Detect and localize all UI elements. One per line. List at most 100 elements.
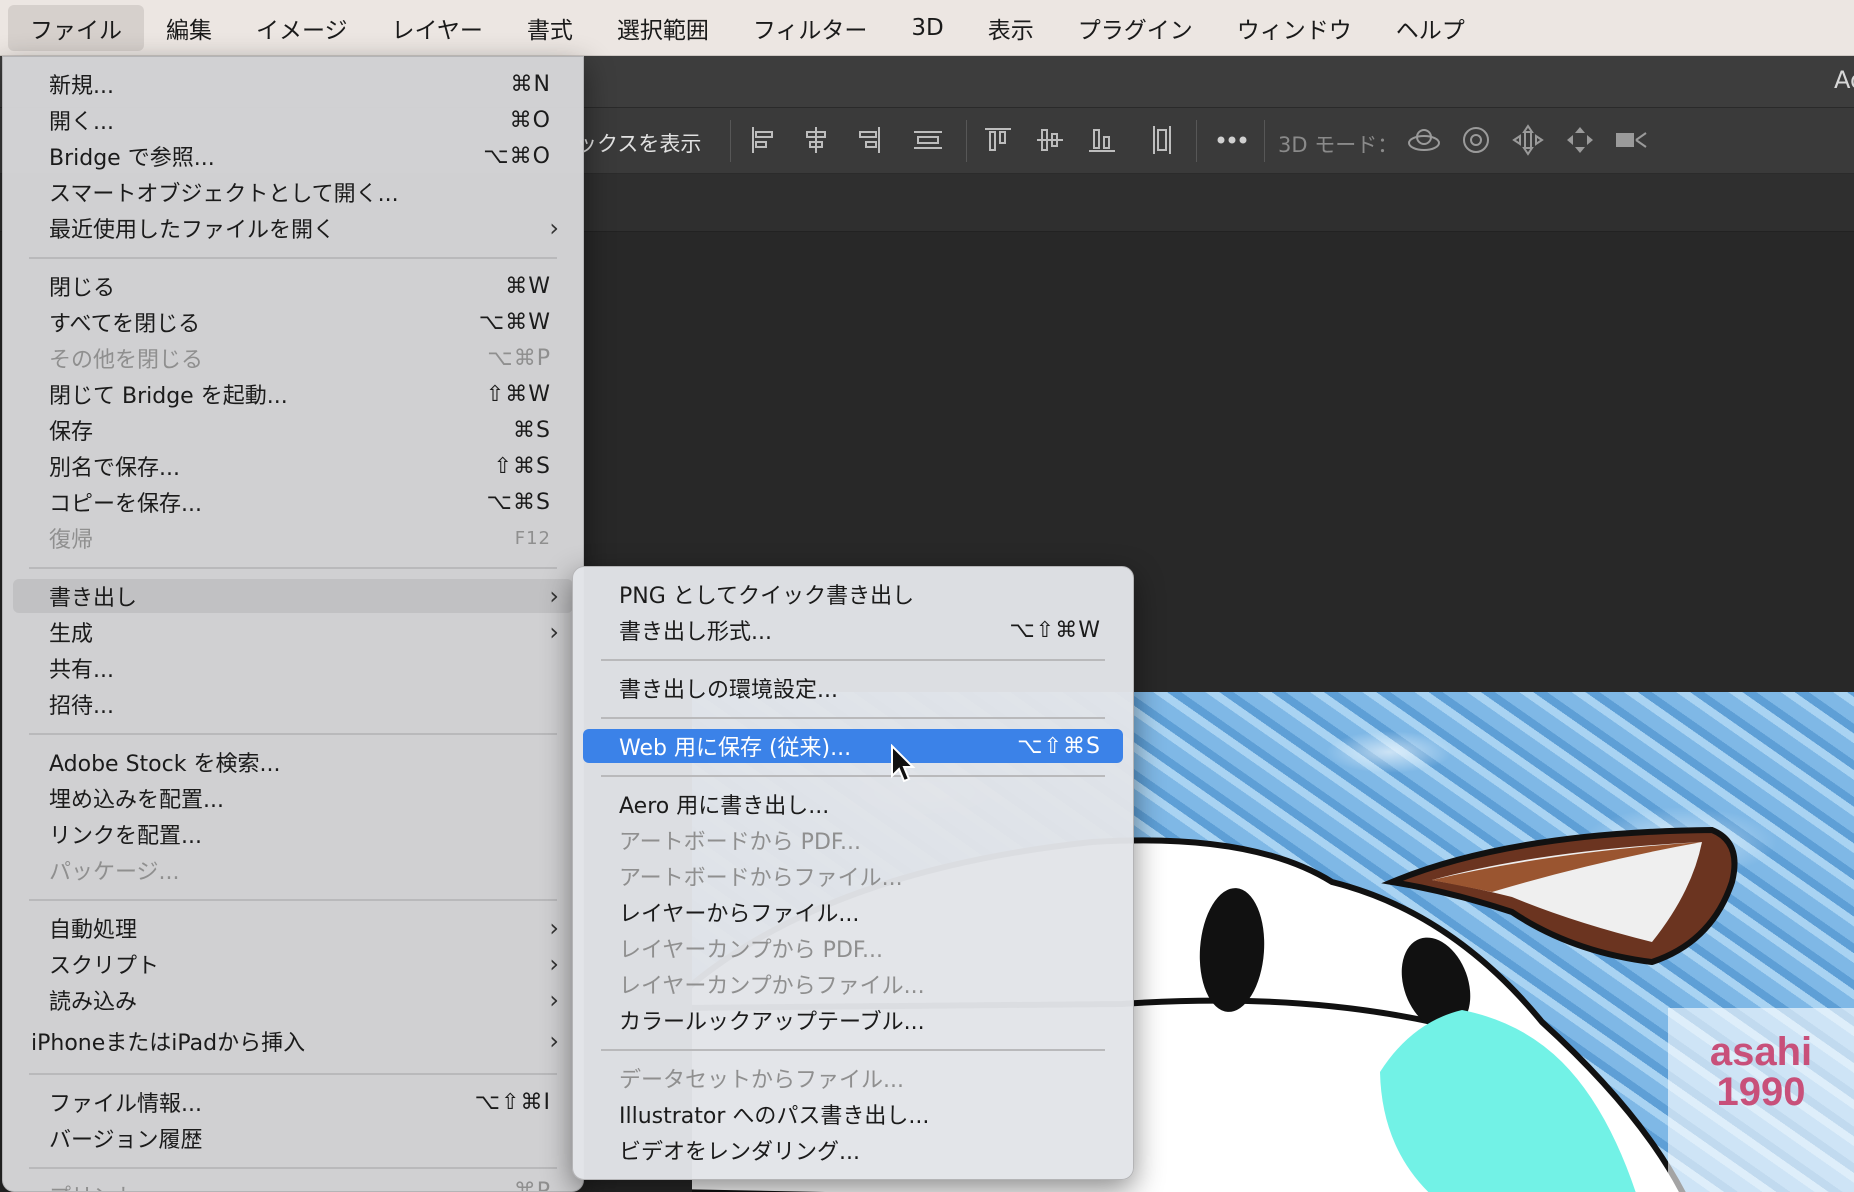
menu-item-new[interactable]: 新規... ⌘N <box>13 67 573 101</box>
chevron-right-icon: › <box>549 914 559 942</box>
distribute-horizontal-icon[interactable] <box>908 118 948 162</box>
menu-item-invite[interactable]: 招待... <box>13 687 573 721</box>
menu-item-shortcut: ⌘S <box>513 417 551 443</box>
menu-item-label: アートボードから PDF... <box>619 830 861 855</box>
submenu-item-color-lookup-tables[interactable]: カラールックアップテーブル... <box>583 1003 1123 1037</box>
menu-item-share[interactable]: 共有... <box>13 651 573 685</box>
menu-file[interactable]: ファイル <box>8 4 144 51</box>
menu-item-close[interactable]: 閉じる ⌘W <box>13 269 573 303</box>
align-top-icon[interactable] <box>978 118 1018 162</box>
menu-item-shortcut: ⌘O <box>509 107 551 133</box>
menu-item-file-info[interactable]: ファイル情報... ⌥⇧⌘I <box>13 1085 573 1119</box>
menu-item-place-linked[interactable]: リンクを配置... <box>13 817 573 851</box>
menu-item-label: 復帰 <box>49 528 94 553</box>
menu-item-open-smart-object[interactable]: スマートオブジェクトとして開く... <box>13 175 573 209</box>
submenu-item-artboards-to-files: アートボードからファイル... <box>583 859 1123 893</box>
menu-view[interactable]: 表示 <box>966 5 1056 51</box>
menu-item-label: 閉じて Bridge を起動... <box>49 384 288 409</box>
more-icon[interactable] <box>1212 118 1252 162</box>
menu-item-label: その他を閉じる <box>49 348 204 373</box>
menu-item-close-go-bridge[interactable]: 閉じて Bridge を起動... ⇧⌘W <box>13 377 573 411</box>
menu-image[interactable]: イメージ <box>234 5 370 51</box>
menu-item-place-embedded[interactable]: 埋め込みを配置... <box>13 781 573 815</box>
orbit-3d-icon[interactable] <box>1404 118 1444 162</box>
submenu-item-data-sets-to-files: データセットからファイル... <box>583 1061 1123 1095</box>
align-bottom-icon[interactable] <box>1082 118 1122 162</box>
menu-item-scripts[interactable]: スクリプト › <box>13 947 573 981</box>
menu-item-browse-bridge[interactable]: Bridge で参照... ⌥⌘O <box>13 139 573 173</box>
menu-item-close-all[interactable]: すべてを閉じる ⌥⌘W <box>13 305 573 339</box>
menu-item-open-recent[interactable]: 最近使用したファイルを開く › <box>13 211 573 245</box>
menu-plugins[interactable]: プラグイン <box>1056 5 1215 51</box>
submenu-item-layers-to-files[interactable]: レイヤーからファイル... <box>583 895 1123 929</box>
align-center-icon[interactable] <box>796 118 836 162</box>
menu-item-label: 読み込み <box>49 990 138 1015</box>
menu-item-label: ビデオをレンダリング... <box>619 1140 860 1165</box>
chevron-right-icon: › <box>549 986 559 1014</box>
menu-item-label: レイヤーからファイル... <box>619 902 860 927</box>
submenu-item-paths-to-illustrator[interactable]: Illustrator へのパス書き出し... <box>583 1097 1123 1131</box>
menu-item-label: 新規... <box>49 74 114 99</box>
submenu-item-save-for-web[interactable]: Web 用に保存 (従来)... ⌥⇧⌘S <box>583 729 1123 763</box>
menu-item-automate[interactable]: 自動処理 › <box>13 911 573 945</box>
menu-help[interactable]: ヘルプ <box>1374 5 1487 51</box>
menu-item-export[interactable]: 書き出し › <box>13 579 573 613</box>
menu-item-label: Adobe Stock を検索... <box>49 752 281 777</box>
chevron-right-icon: › <box>549 1027 559 1055</box>
menu-layer[interactable]: レイヤー <box>370 5 505 51</box>
menu-item-shortcut: ⌥⇧⌘S <box>1017 733 1101 759</box>
submenu-item-export-preferences[interactable]: 書き出しの環境設定... <box>583 671 1123 705</box>
slide-3d-icon[interactable] <box>1560 118 1600 162</box>
menu-item-package: パッケージ... <box>13 853 573 887</box>
menu-type[interactable]: 書式 <box>505 5 595 51</box>
menu-edit[interactable]: 編集 <box>144 5 234 51</box>
menu-item-save-as[interactable]: 別名で保存... ⇧⌘S <box>13 449 573 483</box>
submenu-item-render-video[interactable]: ビデオをレンダリング... <box>583 1133 1123 1167</box>
menu-item-insert-from-iphone[interactable]: iPhoneまたはiPadから挿入 › <box>13 1024 573 1058</box>
menu-item-shortcut: ⌥⌘S <box>486 489 551 515</box>
submenu-item-quick-export-png[interactable]: PNG としてクイック書き出し <box>583 577 1123 611</box>
chevron-right-icon: › <box>549 950 559 978</box>
menu-item-search-adobe-stock[interactable]: Adobe Stock を検索... <box>13 745 573 779</box>
drag-3d-icon[interactable] <box>1508 118 1548 162</box>
menu-item-shortcut: ⌥⇧⌘W <box>1009 617 1101 643</box>
menu-divider <box>29 257 557 259</box>
menu-divider <box>29 567 557 569</box>
chevron-right-icon: › <box>549 582 559 610</box>
menu-item-generate[interactable]: 生成 › <box>13 615 573 649</box>
menu-item-label: Bridge で参照... <box>49 146 215 171</box>
align-middle-icon[interactable] <box>1030 118 1070 162</box>
submenu-item-export-as[interactable]: 書き出し形式... ⌥⇧⌘W <box>583 613 1123 647</box>
menu-window[interactable]: ウィンドウ <box>1215 5 1374 51</box>
menu-item-label: すべてを閉じる <box>49 312 201 337</box>
menu-item-label: コピーを保存... <box>49 492 202 517</box>
menu-item-label: 保存 <box>49 420 94 445</box>
menu-item-label: データセットからファイル... <box>619 1068 904 1093</box>
menu-item-open[interactable]: 開く... ⌘O <box>13 103 573 137</box>
menu-divider <box>29 1167 557 1169</box>
menu-item-import[interactable]: 読み込み › <box>13 983 573 1017</box>
menu-item-close-others: その他を閉じる ⌥⌘P <box>13 341 573 375</box>
submenu-item-layer-comps-to-pdf: レイヤーカンプから PDF... <box>583 931 1123 965</box>
menu-divider <box>601 659 1105 661</box>
menu-item-save[interactable]: 保存 ⌘S <box>13 413 573 447</box>
menu-3d[interactable]: 3D <box>889 5 965 51</box>
camera-3d-icon[interactable] <box>1612 118 1652 162</box>
roll-3d-icon[interactable] <box>1456 118 1496 162</box>
menu-item-label: Illustrator へのパス書き出し... <box>619 1104 930 1129</box>
menu-item-version-history[interactable]: バージョン履歴 <box>13 1121 573 1155</box>
menu-select[interactable]: 選択範囲 <box>595 5 731 51</box>
show-transform-controls-label[interactable]: ックスを表示 <box>576 128 701 158</box>
align-left-icon[interactable] <box>744 118 784 162</box>
menu-item-label: 共有... <box>49 658 114 683</box>
file-menu-dropdown: 新規... ⌘N 開く... ⌘O Bridge で参照... ⌥⌘O スマートオブジ… <box>2 56 584 1192</box>
menu-item-shortcut: ⌘N <box>510 71 551 97</box>
distribute-vertical-icon[interactable] <box>1142 118 1182 162</box>
menu-item-label: 自動処理 <box>49 918 138 943</box>
submenu-item-export-aero[interactable]: Aero 用に書き出し... <box>583 787 1123 821</box>
menu-item-shortcut: ⌥⌘O <box>483 143 551 169</box>
align-right-icon[interactable] <box>848 118 888 162</box>
menu-item-save-copy[interactable]: コピーを保存... ⌥⌘S <box>13 485 573 519</box>
menu-filter[interactable]: フィルター <box>731 5 890 51</box>
menu-item-label: 別名で保存... <box>49 456 180 481</box>
